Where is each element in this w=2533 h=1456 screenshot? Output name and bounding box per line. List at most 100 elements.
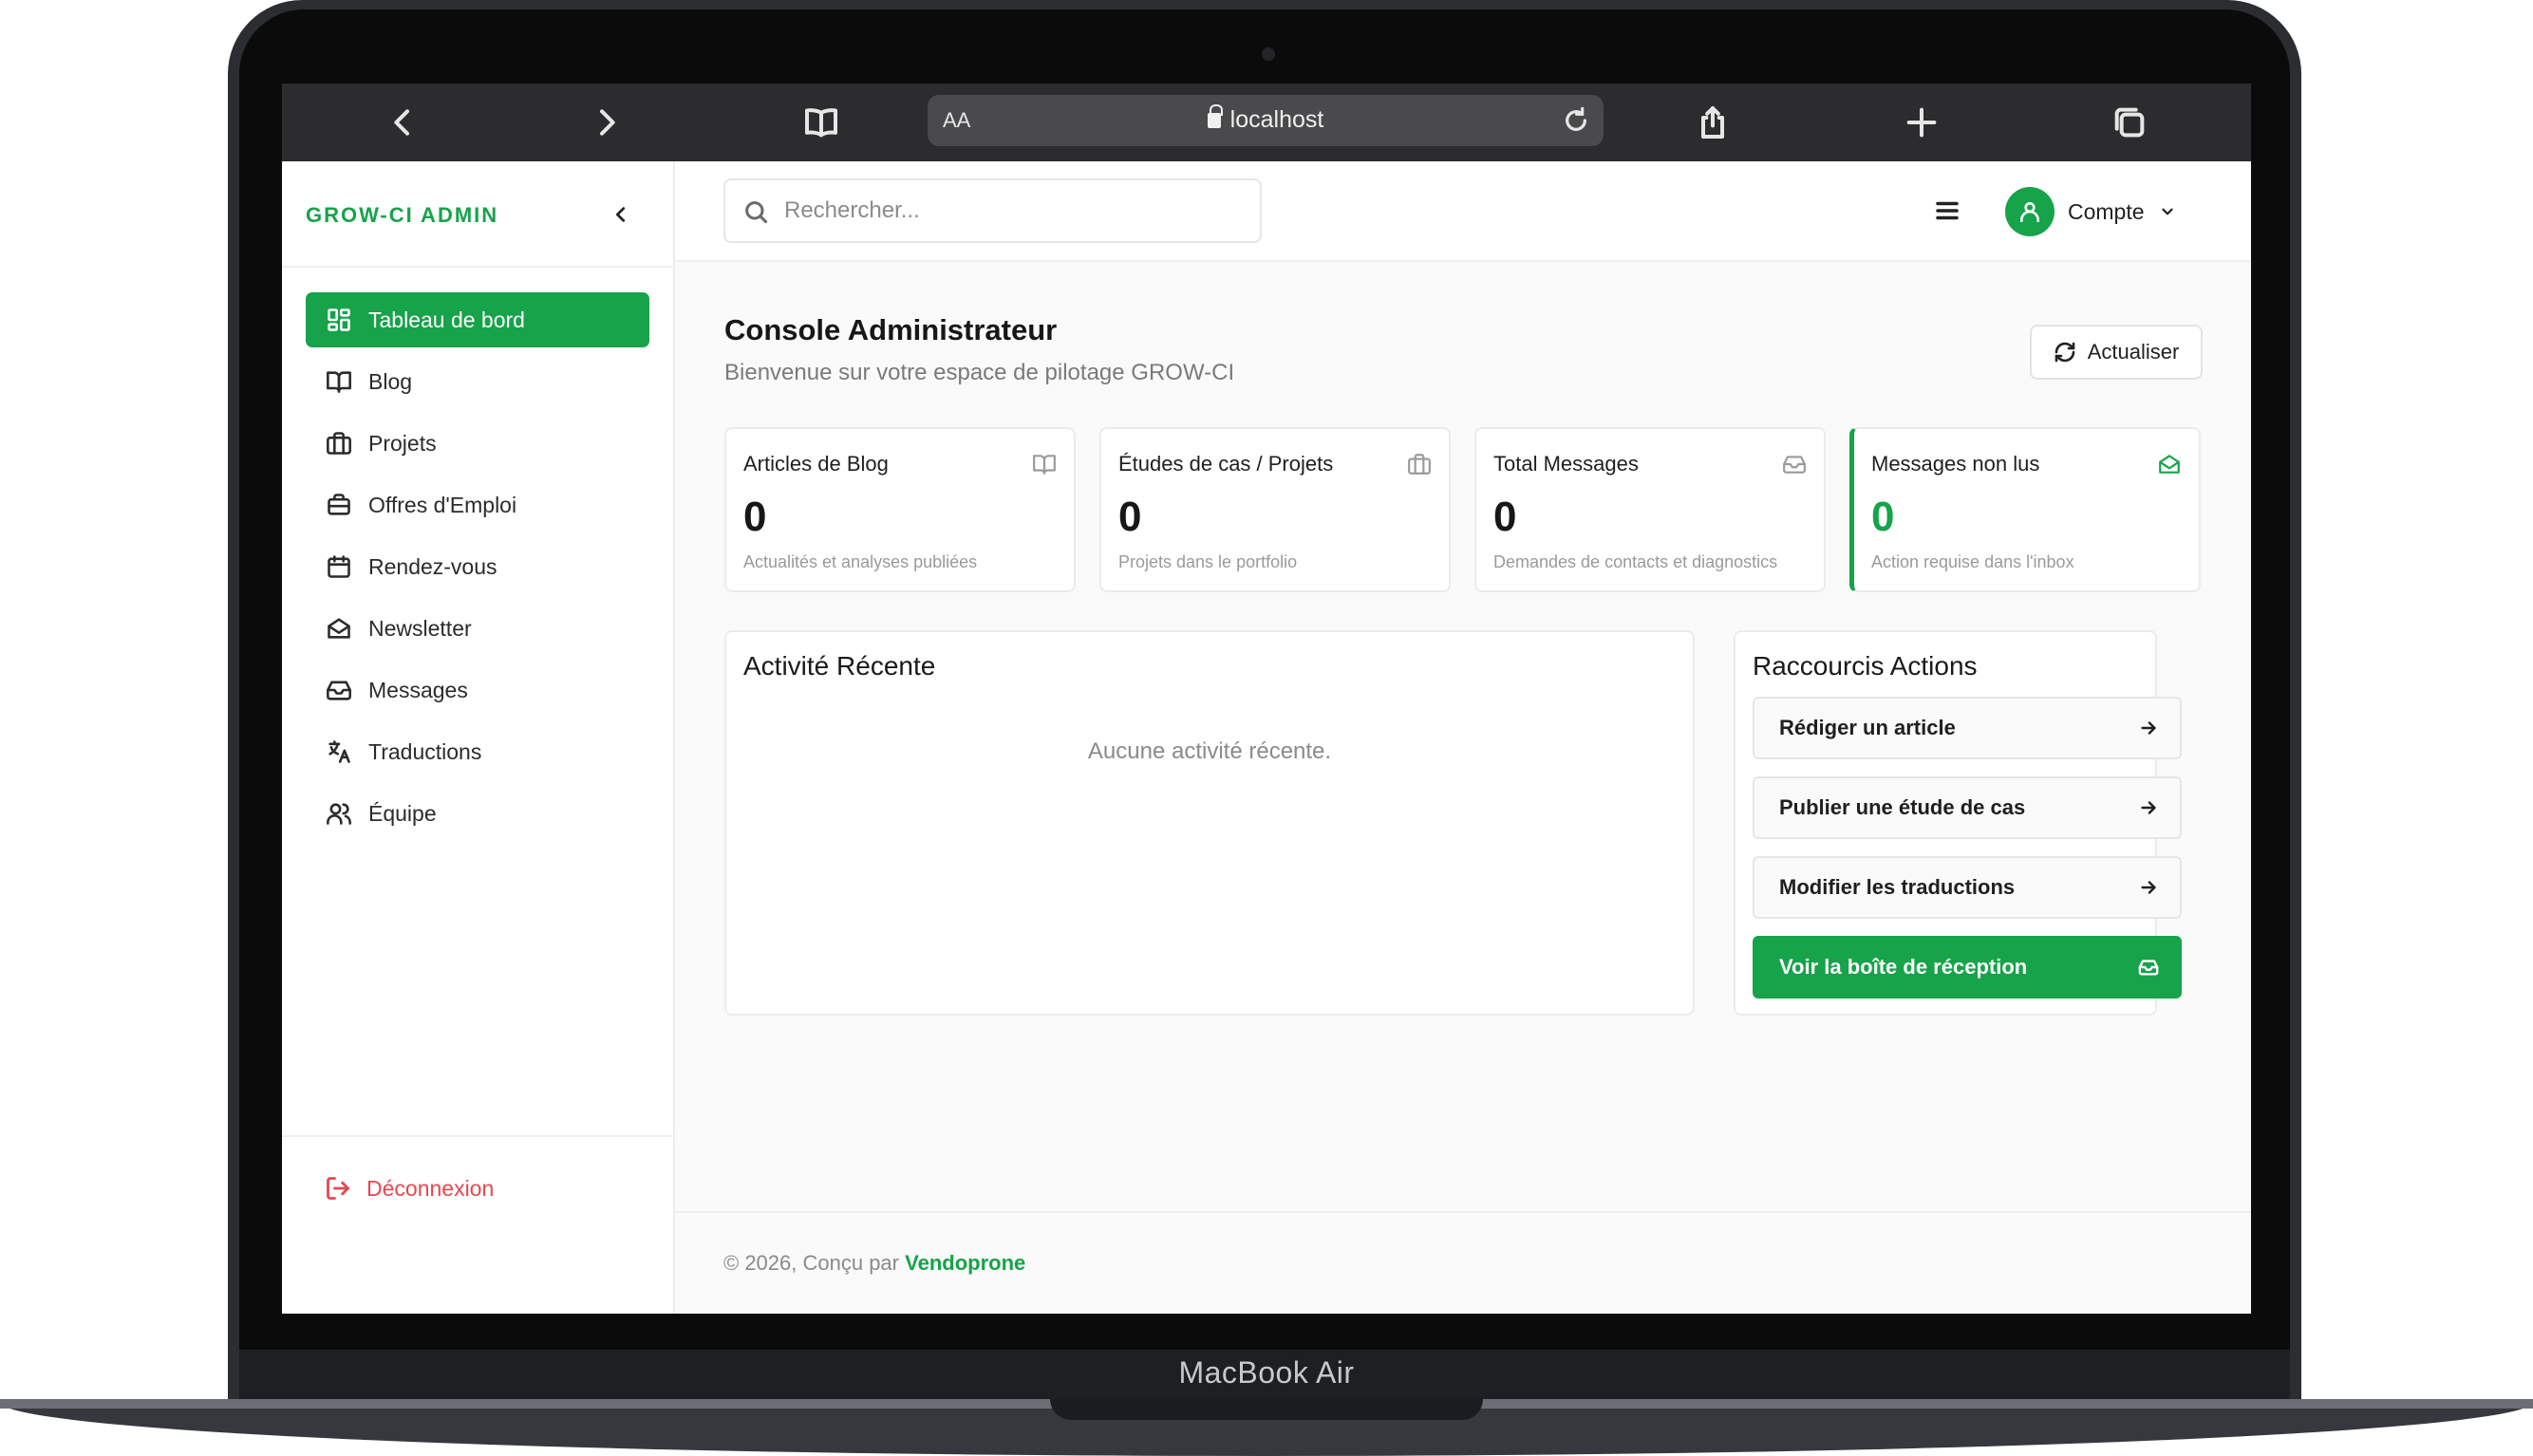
empty-state-text: Aucune activité récente. [1087,738,1332,764]
address-bar[interactable]: AA localhost [928,95,1604,146]
stat-card-blog[interactable]: Articles de Blog 0 Actualités et analyse… [724,427,1076,592]
search-input[interactable] [784,194,1240,228]
dashboard-icon [325,306,353,334]
reload-icon[interactable] [1558,103,1594,139]
sidebar-item-jobs[interactable]: Offres d'Emploi [306,477,649,532]
sidebar: GROW-CI ADMIN Tableau de bord Blog Proje… [282,161,675,1314]
sidebar-item-label: Équipe [368,800,437,826]
shortcuts-card: Raccourcis Actions Rédiger un article Pu… [1734,630,2182,1016]
tabs-icon[interactable] [2108,101,2151,144]
shortcut-label: Rédiger un article [1779,716,1956,739]
stat-description: Projets dans le portfolio [1118,552,1298,571]
footer-link[interactable]: Vendoprone [905,1251,1025,1275]
laptop-notch [1050,1399,1483,1420]
sidebar-item-translations[interactable]: Traductions [306,724,649,779]
sidebar-item-label: Newsletter [368,615,472,641]
sidebar-item-team[interactable]: Équipe [306,786,649,841]
refresh-button[interactable]: Actualiser [2030,325,2203,380]
menu-icon[interactable] [1930,194,1964,228]
new-tab-icon[interactable] [1900,101,1943,144]
stat-value: 0 [1871,494,1895,540]
translate-icon [325,737,353,766]
sidebar-item-label: Traductions [368,738,482,764]
stat-card-messages[interactable]: Total Messages 0 Demandes de contacts et… [1474,427,1826,592]
edit-translations-button[interactable]: Modifier les traductions [1753,856,2182,919]
top-header: Compte [675,161,2251,262]
shortcut-label: Voir la boîte de réception [1779,955,2028,979]
inbox-icon [1782,452,1809,478]
refresh-label: Actualiser [2087,340,2180,364]
stat-title: Total Messages [1493,452,1639,476]
stat-value: 0 [1118,494,1142,540]
stat-description: Demandes de contacts et diagnostics [1493,552,1778,571]
inbox-icon [2138,960,2159,976]
logout-button[interactable]: Déconnexion [325,1175,494,1202]
mail-open-icon [2157,452,2184,478]
browser-toolbar: AA localhost [282,84,2251,161]
sidebar-item-projects[interactable]: Projets [306,416,649,471]
logout-icon [327,1177,349,1200]
copyright-text: © 2026, Conçu par [723,1251,899,1275]
back-icon[interactable] [381,101,424,144]
view-inbox-button[interactable]: Voir la boîte de réception [1753,936,2182,999]
stat-value: 0 [743,494,767,540]
sidebar-item-blog[interactable]: Blog [306,354,649,409]
briefcase-icon [325,429,353,457]
sidebar-item-messages[interactable]: Messages [306,663,649,718]
arrow-right-icon [2141,801,2156,814]
brand-logo[interactable]: GROW-CI ADMIN [306,203,498,228]
stat-value: 0 [1493,494,1517,540]
sidebar-item-label: Blog [368,368,413,394]
refresh-icon [2055,342,2075,363]
search-box [723,178,1262,243]
book-icon [325,367,353,396]
stat-card-projects[interactable]: Études de cas / Projets 0 Projets dans l… [1099,427,1451,592]
shortcuts-title: Raccourcis Actions [1753,651,1978,681]
share-icon[interactable] [1691,101,1735,144]
stat-title: Messages non lus [1871,452,2040,476]
sidebar-brand-row: GROW-CI ADMIN [282,161,675,268]
briefcase-icon [1407,452,1434,478]
sidebar-item-label: Messages [368,677,468,702]
users-icon [325,799,353,828]
account-label[interactable]: Compte [2068,199,2145,225]
write-article-button[interactable]: Rédiger un article [1753,697,2182,759]
collapse-sidebar-icon[interactable] [607,196,635,233]
job-icon [325,491,353,519]
url-display: localhost [928,104,1604,134]
arrow-right-icon [2141,721,2156,735]
page-title: Console Administrateur [724,313,1058,346]
chevron-down-icon[interactable] [2158,202,2177,221]
bookmarks-icon[interactable] [799,101,843,144]
lock-icon [1207,104,1223,128]
camera-icon [1262,47,1275,61]
shortcut-label: Publier une étude de cas [1779,795,2026,819]
forward-icon[interactable] [585,101,629,144]
avatar[interactable] [2005,187,2055,236]
stat-title: Études de cas / Projets [1118,452,1334,476]
shortcut-label: Modifier les traductions [1779,875,2016,899]
page-subtitle: Bienvenue sur votre espace de pilotage G… [724,360,1235,385]
publish-case-study-button[interactable]: Publier une étude de cas [1753,776,2182,839]
url-text: localhost [1229,106,1324,133]
search-icon [745,201,768,224]
recent-activity-title: Activité Récente [743,651,936,681]
sidebar-item-label: Projets [368,430,437,456]
sidebar-item-dashboard[interactable]: Tableau de bord [306,292,649,347]
recent-activity-card: Activité Récente Aucune activité récente… [724,630,1695,1016]
page-footer: © 2026, Conçu par Vendoprone [675,1211,2251,1314]
stat-card-unread[interactable]: Messages non lus 0 Action requise dans l… [1849,427,2201,592]
mail-open-icon [325,614,353,643]
book-icon [1032,452,1059,478]
sidebar-nav: Tableau de bord Blog Projets Offres d'Em… [306,292,649,848]
account-menu[interactable]: Compte [2005,186,2177,237]
logout-label: Déconnexion [366,1175,495,1201]
arrow-right-icon [2141,881,2156,894]
sidebar-item-appointments[interactable]: Rendez-vous [306,539,649,594]
stat-title: Articles de Blog [743,452,889,476]
sidebar-item-newsletter[interactable]: Newsletter [306,601,649,656]
device-label: MacBook Air [1178,1355,1355,1390]
sidebar-item-label: Tableau de bord [368,307,525,332]
stage: MacBook Air AA localhost GROW-CI ADMIN T… [0,0,2533,1456]
screen: AA localhost GROW-CI ADMIN Tableau de bo… [282,84,2251,1314]
